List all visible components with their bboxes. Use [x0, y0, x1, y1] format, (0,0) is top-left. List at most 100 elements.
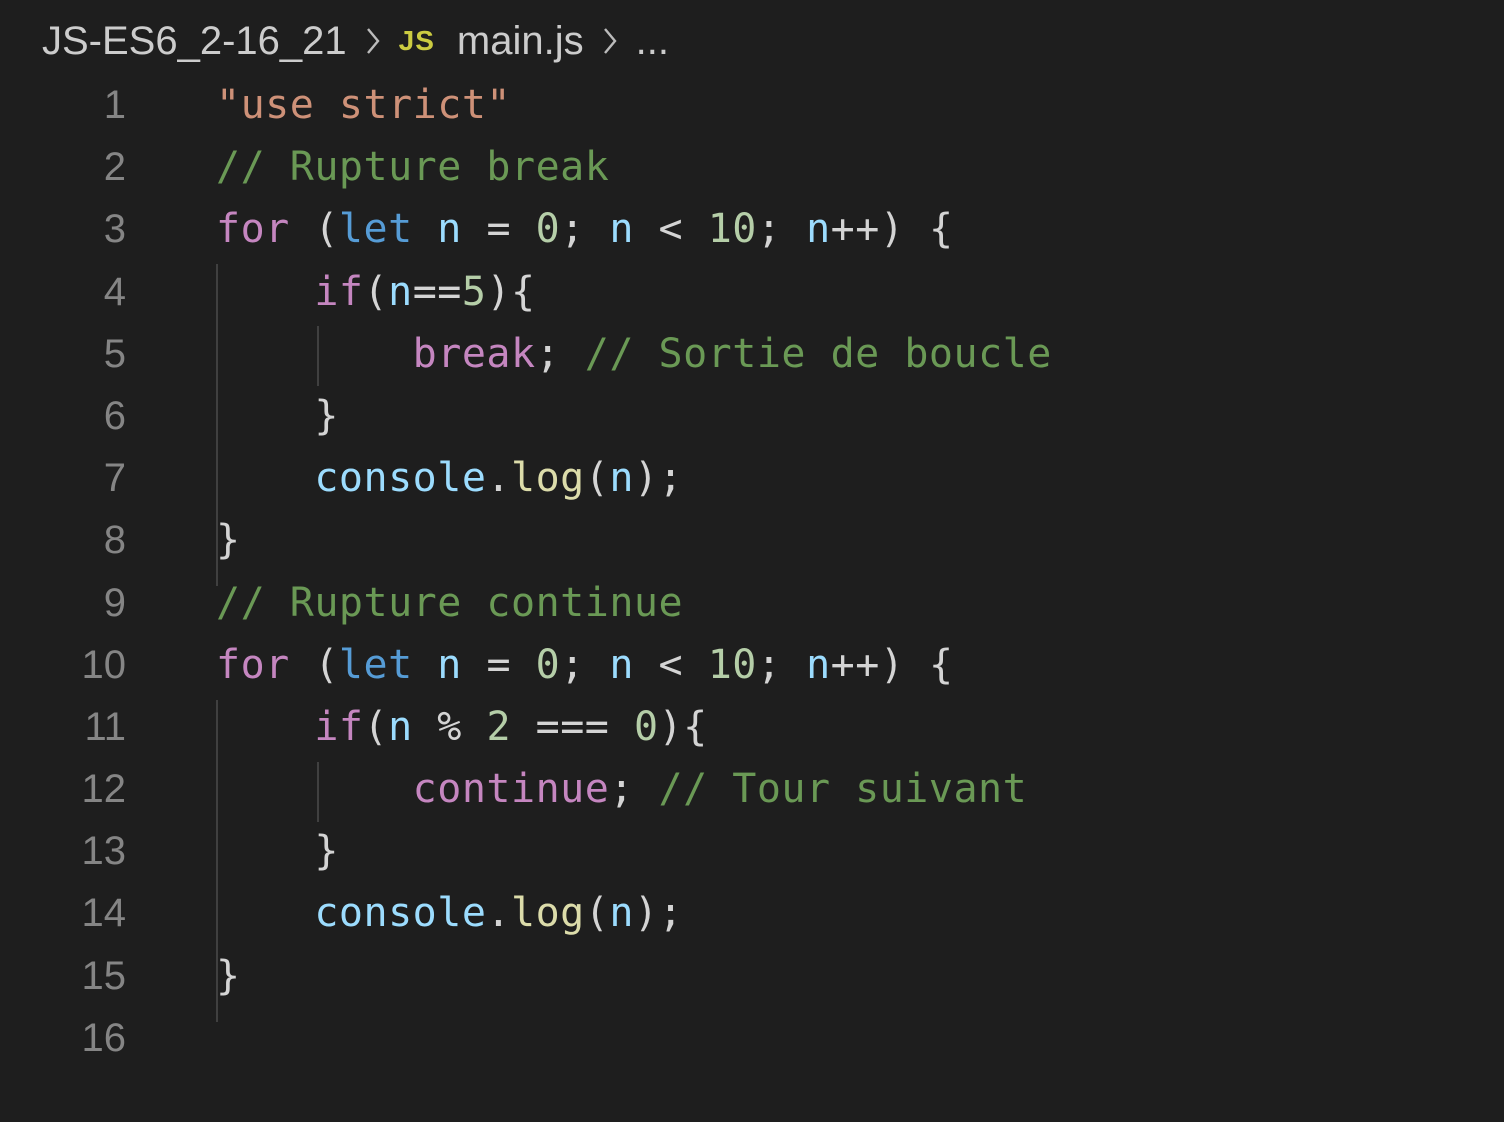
- code-token: 5: [461, 268, 487, 315]
- code-text: // Rupture continue: [216, 572, 683, 634]
- code-token: }: [216, 517, 241, 564]
- code-text: console.log(n);: [216, 882, 683, 944]
- code-token: ;: [560, 206, 610, 253]
- code-text: break; // Sortie de boucle: [216, 323, 1052, 385]
- code-token: for: [216, 206, 290, 253]
- code-token: .: [486, 890, 511, 937]
- line-number: 7: [103, 456, 126, 501]
- breadcrumb: JS-ES6_2-16_21 JS main.js ...: [42, 14, 669, 68]
- line-number: 16: [81, 1015, 127, 1060]
- code-token: "use strict": [216, 82, 511, 128]
- code-token: // Rupture break: [216, 144, 610, 191]
- code-token: (: [363, 268, 389, 315]
- chevron-right-icon: [365, 26, 381, 56]
- code-line[interactable]: 2 // Rupture break: [0, 136, 1504, 198]
- code-text: }: [216, 509, 241, 571]
- code-line[interactable]: 14 console.log(n);: [0, 882, 1504, 944]
- code-token: 10: [707, 641, 757, 688]
- code-line[interactable]: 8}: [0, 509, 1504, 571]
- code-token: break: [412, 330, 536, 377]
- code-token: .: [486, 455, 511, 502]
- code-line[interactable]: 16: [0, 1007, 1504, 1069]
- code-text: if(n % 2 === 0){: [216, 696, 708, 758]
- code-token: (: [584, 890, 610, 937]
- code-text: // Rupture break: [216, 136, 609, 198]
- code-line[interactable]: 7 console.log(n);: [0, 447, 1504, 509]
- code-token: ===: [511, 703, 634, 750]
- code-token: ;: [609, 766, 659, 813]
- code-token: ;: [535, 330, 585, 377]
- code-line[interactable]: 12 continue; // Tour suivant: [0, 758, 1504, 820]
- code-token: 10: [707, 206, 757, 253]
- breadcrumb-file[interactable]: main.js: [457, 19, 584, 64]
- code-editor[interactable]: 1 "use strict" 2 // Rupture break 3 for (let …: [0, 74, 1504, 1069]
- code-token: }: [216, 392, 339, 439]
- code-token: n: [609, 455, 634, 502]
- code-line[interactable]: 15}: [0, 945, 1504, 1007]
- code-text: console.log(n);: [216, 447, 683, 509]
- code-token: ;: [756, 206, 807, 253]
- code-token: // Rupture continue: [216, 579, 684, 626]
- code-token: // Tour suivant: [658, 766, 1028, 813]
- line-number: 10: [81, 642, 127, 687]
- line-number: 12: [81, 767, 127, 812]
- code-line[interactable]: 10 for (let n = 0; n < 10; n++) {: [0, 634, 1504, 696]
- code-token: );: [633, 890, 684, 937]
- line-number: 2: [103, 145, 126, 190]
- line-number: 9: [103, 580, 126, 625]
- code-token: console: [314, 890, 487, 937]
- code-token: ==: [412, 268, 462, 315]
- code-line[interactable]: 3 for (let n = 0; n < 10; n++) {: [0, 198, 1504, 260]
- code-token: ++) {: [830, 206, 954, 253]
- code-text: for (let n = 0; n < 10; n++) {: [216, 634, 954, 696]
- code-line[interactable]: 9 // Rupture continue: [0, 572, 1504, 634]
- code-token: log: [511, 455, 585, 502]
- line-number: 5: [103, 331, 126, 376]
- code-text: continue; // Tour suivant: [216, 758, 1027, 820]
- code-token: ){: [658, 703, 708, 750]
- line-number: 11: [84, 704, 126, 749]
- code-text: }: [216, 385, 339, 447]
- code-text: "use strict": [216, 74, 511, 136]
- code-line[interactable]: 5 break; // Sortie de boucle: [0, 323, 1504, 385]
- line-number: 8: [103, 518, 126, 563]
- chevron-right-icon: [602, 26, 618, 56]
- code-token: 0: [633, 703, 659, 750]
- breadcrumb-more[interactable]: ...: [636, 19, 669, 64]
- code-token: (: [289, 641, 339, 688]
- code-token: continue: [412, 766, 610, 813]
- code-token: n: [609, 890, 634, 937]
- line-number: 4: [103, 269, 126, 314]
- line-number: 6: [103, 393, 126, 438]
- breadcrumb-folder[interactable]: JS-ES6_2-16_21: [42, 19, 347, 64]
- code-token: n: [388, 268, 413, 315]
- code-text: }: [216, 820, 339, 882]
- code-token: =: [461, 206, 536, 253]
- code-token: console: [314, 455, 487, 502]
- code-token: for: [216, 641, 290, 688]
- code-token: let: [338, 641, 413, 688]
- code-line[interactable]: 1 "use strict": [0, 74, 1504, 136]
- code-token: n: [806, 641, 831, 688]
- code-line[interactable]: 11 if(n % 2 === 0){: [0, 696, 1504, 758]
- line-number: 15: [81, 953, 127, 998]
- code-token: // Sortie de boucle: [584, 330, 1052, 377]
- code-token: n: [388, 703, 413, 750]
- code-token: ;: [560, 641, 610, 688]
- code-token: if: [314, 703, 364, 750]
- code-text: }: [216, 945, 241, 1007]
- code-line[interactable]: 6 }: [0, 385, 1504, 447]
- code-token: (: [289, 206, 339, 253]
- line-number: 13: [81, 829, 127, 874]
- code-token: (: [584, 455, 610, 502]
- code-token: 2: [486, 703, 512, 750]
- code-token: let: [338, 206, 413, 253]
- code-line[interactable]: 4 if(n==5){: [0, 261, 1504, 323]
- code-text: if(n==5){: [216, 261, 536, 323]
- code-line[interactable]: 13 }: [0, 820, 1504, 882]
